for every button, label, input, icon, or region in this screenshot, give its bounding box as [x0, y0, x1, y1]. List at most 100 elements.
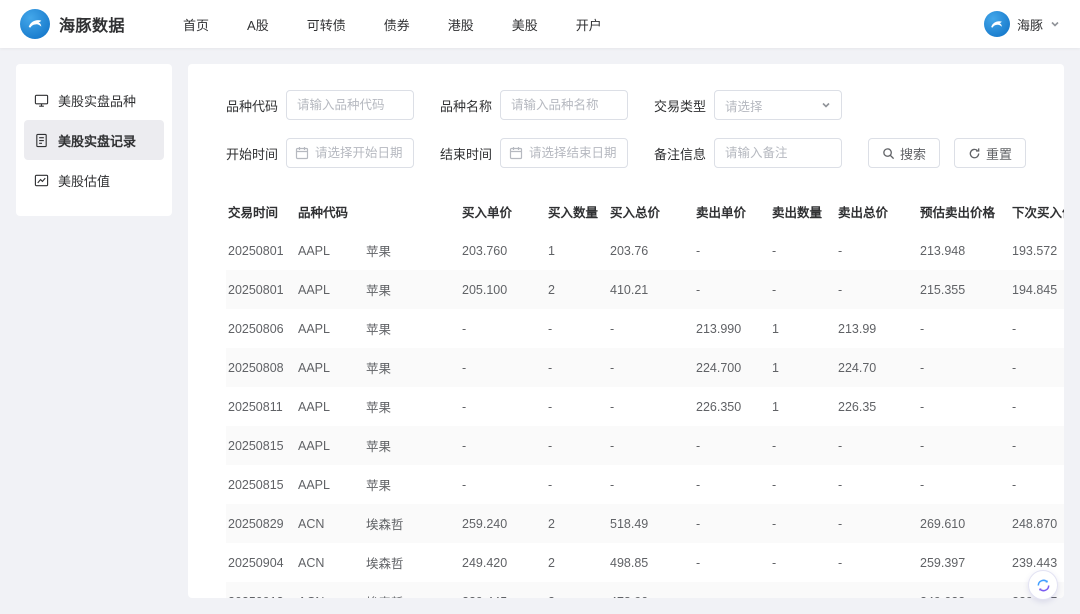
search-icon: [883, 147, 895, 159]
name-input[interactable]: [500, 90, 628, 120]
table-cell: -: [548, 438, 553, 453]
table-cell: 20250913: [226, 582, 296, 599]
table-cell: AAPL: [298, 438, 330, 453]
calendar-icon: [295, 146, 309, 160]
trade-type-placeholder: 请选择: [725, 99, 763, 114]
table-cell: -: [548, 321, 553, 336]
table-cell: -: [610, 477, 615, 492]
column-header-3: 买入单价: [462, 206, 513, 220]
table-cell: 248.870: [1012, 516, 1058, 531]
table-cell: AAPL: [298, 360, 330, 375]
table-cell: 259.240: [462, 516, 508, 531]
column-header-4: 买入数量: [548, 206, 599, 220]
table-cell: 226.350: [696, 399, 742, 414]
table-cell: ACN: [298, 516, 325, 531]
table-cell: 224.70: [838, 360, 877, 375]
reset-button[interactable]: 重置: [954, 138, 1027, 168]
column-header-7: 卖出数量: [772, 206, 823, 220]
nav-item-6[interactable]: 开户: [576, 15, 602, 34]
sidebar-item-1[interactable]: 美股实盘记录: [24, 120, 164, 160]
table-cell: -: [462, 438, 467, 453]
table-cell: 2: [548, 516, 555, 531]
nav-item-1[interactable]: A股: [247, 15, 269, 34]
filter-trade-type: 交易类型 请选择: [654, 90, 842, 120]
nav-item-4[interactable]: 港股: [448, 15, 474, 34]
table-cell: -: [772, 282, 777, 297]
trade-type-select[interactable]: 请选择: [714, 90, 842, 120]
sidebar-item-0[interactable]: 美股实盘品种: [24, 80, 164, 120]
table-cell: -: [838, 516, 843, 531]
column-header-0: 交易时间: [228, 206, 279, 220]
column-header-10: 下次买入价格: [1012, 206, 1064, 220]
table-cell: -: [696, 477, 701, 492]
table-cell: -: [772, 243, 777, 258]
table-cell: AAPL: [298, 243, 330, 258]
table-row-0: 20250801 AAPL 苹果 203.760 1 203.76 - - - 213.948 19…: [226, 231, 1064, 270]
search-button[interactable]: 搜索: [868, 138, 941, 168]
table-cell: -: [838, 282, 843, 297]
table-cell: -: [838, 555, 843, 570]
table-cell: 269.610: [920, 516, 966, 531]
table-cell: 1: [772, 321, 779, 336]
table-cell: -: [696, 243, 701, 258]
filter-name: 品种名称: [440, 90, 628, 120]
table-cell: -: [548, 399, 553, 414]
filter-remark: 备注信息: [654, 138, 842, 168]
table-cell: -: [696, 555, 701, 570]
table-cell: 498.85: [610, 555, 649, 570]
table-cell: 194.845: [1012, 282, 1058, 297]
code-input[interactable]: [286, 90, 414, 120]
table-cell: 苹果: [366, 284, 392, 298]
page-content: 美股实盘品种美股实盘记录美股估值 品种代码 品种名称 交易类型 请选择: [0, 48, 1080, 614]
table-cell: ACN: [298, 555, 325, 570]
nav-item-0[interactable]: 首页: [183, 15, 209, 34]
table-cell: -: [610, 321, 615, 336]
sidebar-item-label: 美股估值: [58, 173, 111, 189]
table-cell: 478.90: [608, 582, 694, 599]
table-cell: 249.023: [918, 582, 1010, 599]
table-cell: 249.420: [462, 555, 508, 570]
table-cell: -: [1012, 360, 1017, 375]
table-cell: 20250801: [228, 243, 284, 258]
sidebar-item-2[interactable]: 美股估值: [24, 160, 164, 200]
table-row-4: 20250811 AAPL 苹果 - - - 226.350 1 226.35 - -: [226, 387, 1064, 426]
table-cell: -: [920, 360, 925, 375]
theme-helper-button[interactable]: [1028, 570, 1058, 600]
user-name: 海豚: [1016, 17, 1043, 33]
filter-end-time: 结束时间: [440, 138, 628, 168]
main-panel: 品种代码 品种名称 交易类型 请选择 开始时间: [188, 64, 1064, 598]
table-cell: -: [920, 438, 925, 453]
chevron-down-icon: [822, 102, 830, 108]
table-cell: 埃森哲: [364, 582, 460, 598]
brand[interactable]: 海豚数据: [20, 9, 125, 39]
end-time-label: 结束时间: [440, 146, 493, 162]
table-cell: -: [1012, 477, 1017, 492]
user-menu[interactable]: 海豚: [983, 11, 1060, 37]
filter-name-label: 品种名称: [440, 98, 493, 114]
table-cell: 203.760: [462, 243, 508, 258]
nav-item-2[interactable]: 可转债: [307, 15, 346, 34]
table-cell: 205.100: [462, 282, 508, 297]
table-row-9: 20250913ACN埃森哲239.4452478.90---249.02322…: [226, 582, 1064, 598]
document-icon: [34, 133, 49, 148]
table-cell: -: [610, 399, 615, 414]
table-header-row: 交易时间 品种代码 买入单价 买入数量 买入总价 卖出单价 卖出数量 卖出总价 预估卖出价格 下次…: [226, 192, 1064, 231]
nav-item-3[interactable]: 债券: [384, 15, 410, 34]
sidebar-item-label: 美股实盘记录: [58, 133, 137, 149]
sidebar-item-label: 美股实盘品种: [58, 93, 137, 109]
remark-input[interactable]: [714, 138, 842, 168]
start-time-label: 开始时间: [226, 146, 279, 162]
dolphin-logo-icon: [20, 9, 50, 39]
table-body: 20250801 AAPL 苹果 203.760 1 203.76- - -213.948 19…: [226, 231, 1064, 598]
table-cell: ACN: [296, 582, 364, 599]
table-cell: 2: [548, 555, 555, 570]
table-row-7: 20250829 ACN 埃森哲 259.240 2 518.49 - - - 269.610 24…: [226, 504, 1064, 543]
table-cell: -: [548, 360, 553, 375]
table-cell: 410.21: [610, 282, 649, 297]
table-cell: -: [772, 438, 777, 453]
table-cell: 埃森哲: [366, 557, 404, 571]
reset-button-label: 重置: [986, 146, 1013, 162]
nav-item-5[interactable]: 美股: [512, 15, 538, 34]
sidebar: 美股实盘品种 美股实盘记录 美股估值: [16, 64, 172, 216]
table-cell: 203.76: [610, 243, 649, 258]
